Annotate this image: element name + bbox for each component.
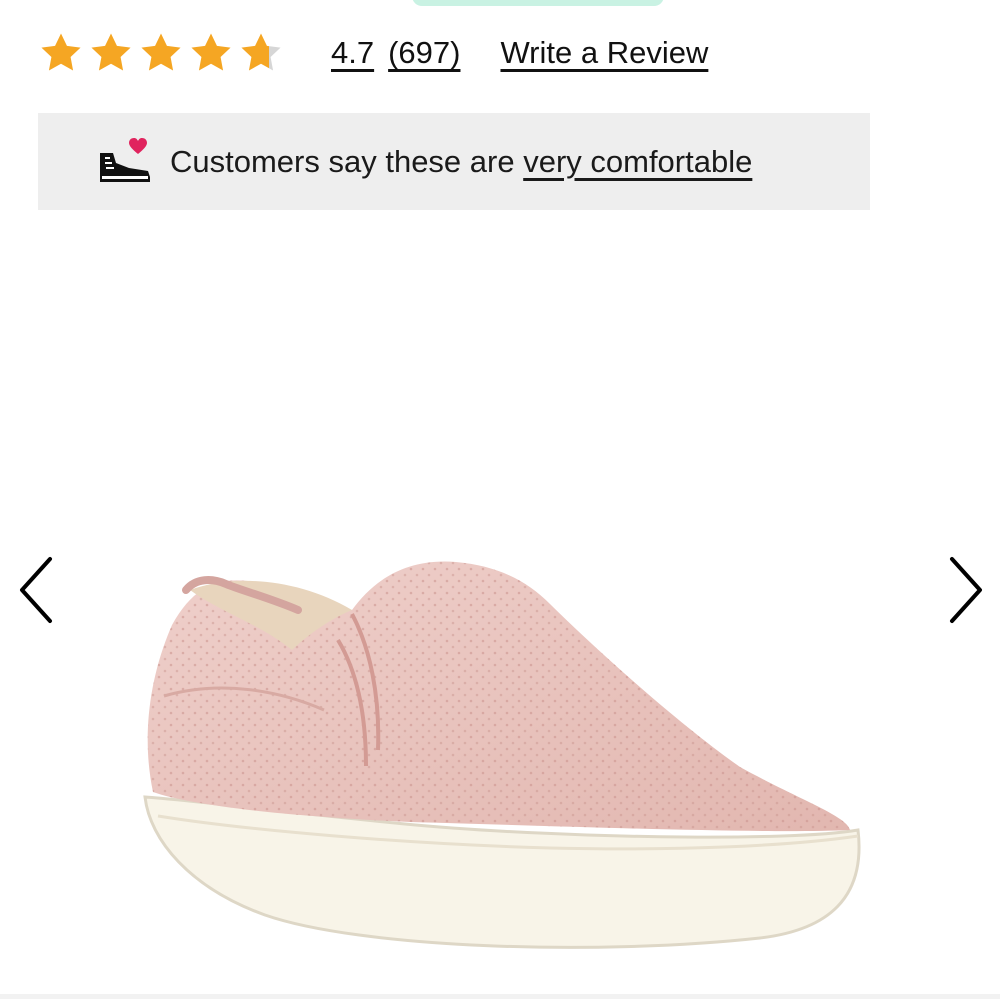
comfort-text: Customers say these are very comfortable [170,144,752,180]
chevron-left-icon [20,557,52,623]
rating-count[interactable]: (697) [388,35,460,71]
star-icon [41,33,81,71]
rating-average[interactable]: 4.7 [331,35,374,71]
top-pill [412,0,664,6]
product-image[interactable] [120,530,880,970]
bottom-divider [0,994,1000,999]
rating-row: 4.7 (697) Write a Review [38,22,978,84]
previous-image-button[interactable] [12,552,60,628]
star-icon [141,33,181,71]
comfort-banner: Customers say these are very comfortable [38,113,870,210]
sneaker-heart-icon [100,137,150,182]
star-icon [191,33,231,71]
star-icon [91,33,131,71]
rating-links: 4.7 (697) Write a Review [331,35,708,71]
comfort-link[interactable]: very comfortable [523,144,752,179]
chevron-right-icon [950,557,982,623]
comfort-prefix: Customers say these are [170,143,524,179]
star-rating [38,30,298,76]
next-image-button[interactable] [942,552,990,628]
partial-star-icon [241,33,281,71]
write-review-link[interactable]: Write a Review [500,35,708,71]
